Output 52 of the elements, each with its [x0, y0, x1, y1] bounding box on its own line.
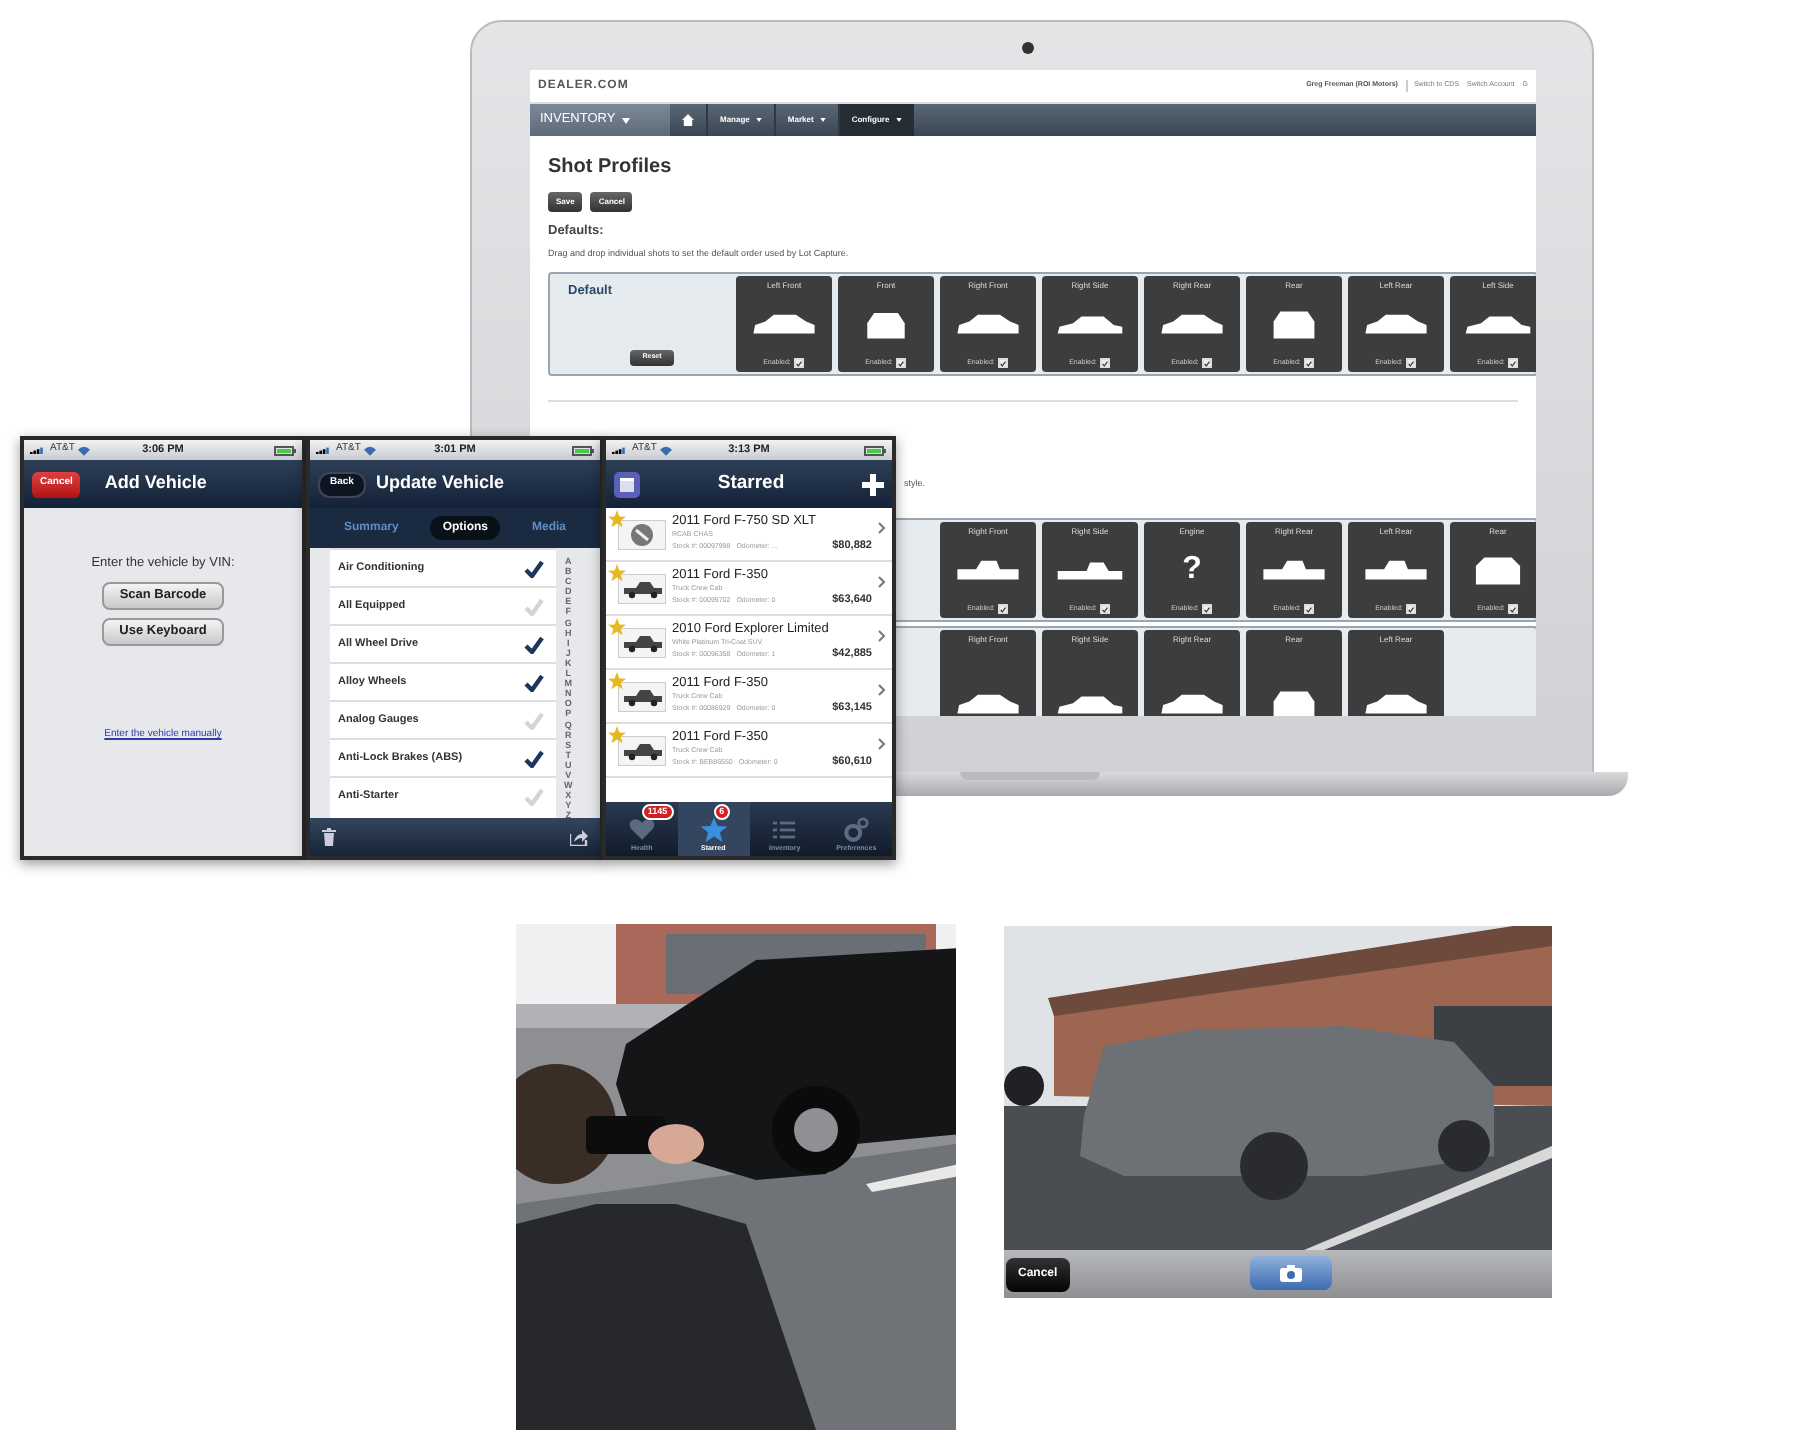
screen-title: Starred	[715, 469, 787, 498]
camera-icon	[1280, 1264, 1302, 1282]
share-icon[interactable]	[570, 829, 588, 845]
checkbox[interactable]	[1406, 358, 1417, 368]
caret-icon	[895, 118, 902, 122]
star-icon[interactable]	[608, 510, 626, 528]
chevron-icon	[878, 522, 886, 534]
shutter-button[interactable]	[1250, 1256, 1332, 1290]
checkbox[interactable]	[1508, 604, 1519, 614]
wifi-icon	[78, 445, 91, 455]
star-icon[interactable]	[608, 618, 626, 636]
heart-icon	[627, 815, 656, 844]
chevron-icon	[878, 684, 886, 696]
chevron-icon	[878, 630, 886, 642]
checkbox[interactable]	[896, 358, 907, 368]
wifi-icon	[660, 445, 673, 455]
checkbox[interactable]	[1100, 358, 1111, 368]
gears-icon	[842, 815, 871, 844]
signal-icon	[316, 446, 332, 454]
screen-title: Add Vehicle	[104, 470, 207, 497]
chevron-icon	[878, 738, 886, 750]
star-icon[interactable]	[608, 672, 626, 690]
signal-icon	[30, 446, 46, 454]
wifi-icon	[364, 445, 377, 455]
checkbox[interactable]	[1202, 604, 1213, 614]
chevron-icon	[878, 576, 886, 588]
screen-title: Update Vehicle	[375, 470, 504, 497]
checkbox[interactable]	[1304, 604, 1315, 614]
checkbox[interactable]	[998, 604, 1009, 614]
home-icon	[682, 114, 694, 126]
battery-icon	[572, 445, 594, 455]
trash-icon[interactable]	[322, 828, 336, 846]
shot-glyph: ?	[1182, 552, 1202, 588]
caret-icon	[755, 118, 762, 122]
signal-icon	[612, 446, 628, 454]
battery-icon	[864, 445, 886, 455]
checkbox[interactable]	[1508, 358, 1519, 368]
checkbox[interactable]	[1406, 604, 1417, 614]
checkbox[interactable]	[794, 358, 805, 368]
checkbox[interactable]	[1202, 358, 1213, 368]
add-icon[interactable]	[862, 473, 884, 495]
checkbox[interactable]	[1100, 604, 1111, 614]
checkbox[interactable]	[1304, 358, 1315, 368]
page-title: Shot Profiles	[548, 156, 674, 180]
star-icon[interactable]	[608, 726, 626, 744]
star-icon[interactable]	[608, 564, 626, 582]
caret-icon	[819, 118, 826, 122]
caret-icon	[621, 117, 630, 123]
checkbox[interactable]	[998, 358, 1009, 368]
battery-icon	[274, 445, 296, 455]
drawer-icon[interactable]	[614, 471, 640, 497]
star-icon	[699, 815, 728, 844]
